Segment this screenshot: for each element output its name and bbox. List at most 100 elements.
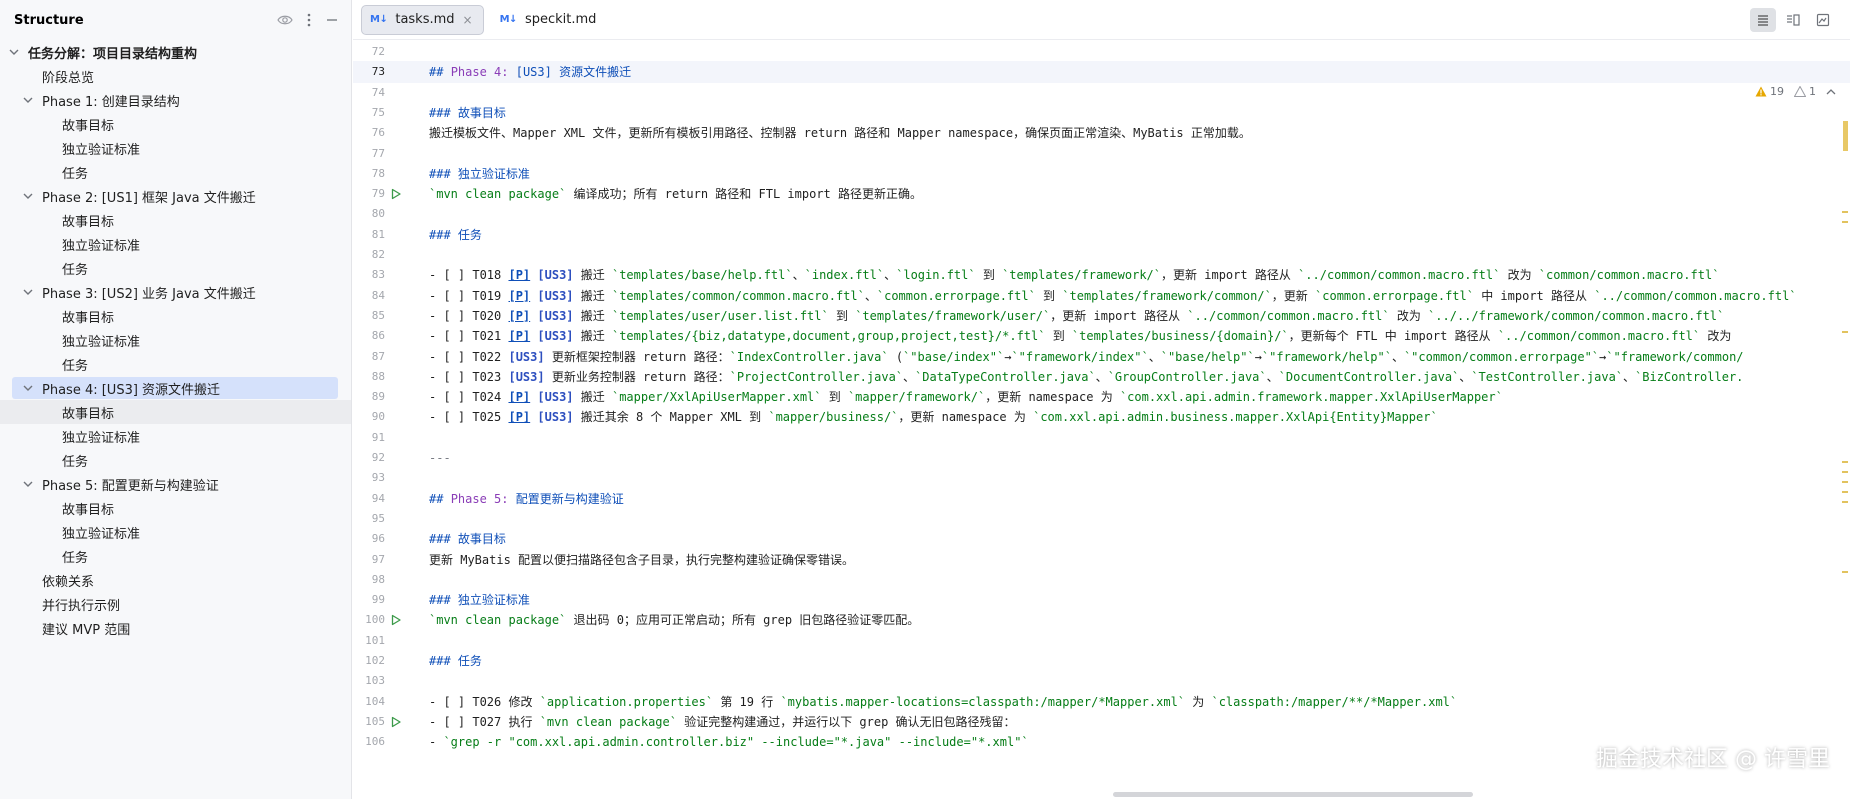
code-token: 、	[1459, 369, 1472, 384]
editor-line[interactable]: 75 ### 故事目标	[353, 102, 1850, 124]
editor-line[interactable]: 77	[353, 143, 1850, 165]
structure-item[interactable]: 阶段总览	[0, 64, 351, 88]
editor-line[interactable]: 88 - [ ] T023 [US3] 更新业务控制器 return 路径：`Pr…	[353, 366, 1850, 388]
editor-line[interactable]: 76 搬迁模板文件、Mapper XML 文件，更新所有模板引用路径、控制器 re…	[353, 122, 1850, 144]
code-token: 、	[1148, 349, 1161, 364]
chevron-down-icon[interactable]	[22, 382, 34, 394]
structure-item[interactable]: 任务	[0, 448, 351, 472]
preview-only-button[interactable]	[1810, 8, 1836, 32]
editor-line[interactable]: 89 - [ ] T024 [P] [US3] 搬迁 `mapper/XxlApi…	[353, 386, 1850, 408]
editor-only-view-button[interactable]	[1750, 8, 1776, 32]
structure-item[interactable]: 独立验证标准	[0, 328, 351, 352]
run-icon[interactable]	[390, 716, 402, 728]
line-number: 105	[365, 714, 385, 728]
structure-item[interactable]: 故事目标	[0, 496, 351, 520]
structure-item[interactable]: 故事目标	[0, 112, 351, 136]
editor-line[interactable]: 105 - [ ] T027 执行 `mvn clean package` 验证完…	[353, 711, 1850, 733]
structure-item[interactable]: 独立验证标准	[0, 232, 351, 256]
editor-line[interactable]: 74	[353, 82, 1850, 104]
run-icon[interactable]	[390, 614, 402, 626]
editor-line[interactable]: 82	[353, 244, 1850, 266]
structure-item[interactable]: 建议 MVP 范围	[0, 616, 351, 640]
editor-line[interactable]: 103	[353, 670, 1850, 692]
editor-line[interactable]: 97 更新 MyBatis 配置以便扫描路径包含子目录，执行完整构建验证确保零错误…	[353, 549, 1850, 571]
chevron-down-icon[interactable]	[8, 46, 20, 58]
run-icon[interactable]	[390, 188, 402, 200]
structure-item[interactable]: 故事目标	[0, 304, 351, 328]
editor-line[interactable]: 83 - [ ] T018 [P] [US3] 搬迁 `templates/bas…	[353, 264, 1850, 286]
horizontal-scrollbar[interactable]	[1113, 792, 1473, 797]
editor-line[interactable]: 79 `mvn clean package` 编译成功；所有 return 路径和…	[353, 183, 1850, 205]
structure-item[interactable]: 故事目标	[0, 400, 351, 424]
code-token: `../common/common.macro.ftl`	[1497, 329, 1701, 344]
structure-item[interactable]: Phase 4: [US3] 资源文件搬迁	[0, 376, 351, 400]
line-number: 77	[371, 146, 385, 160]
tab-label: tasks.md	[395, 12, 455, 27]
close-icon[interactable]: ×	[463, 13, 473, 27]
editor-line[interactable]: 72	[353, 41, 1850, 63]
editor-line[interactable]: 81 ### 任务	[353, 224, 1850, 246]
code-token: Phase 4:	[450, 65, 516, 80]
structure-item[interactable]: Phase 2: [US1] 框架 Java 文件搬迁	[0, 184, 351, 208]
structure-item[interactable]: 任务	[0, 256, 351, 280]
editor-line[interactable]: 78 ### 独立验证标准	[353, 163, 1850, 185]
code-token: 到	[828, 308, 856, 323]
code-token: ### 任务	[429, 227, 482, 242]
structure-item[interactable]: 任务分解：项目目录结构重构	[0, 40, 351, 64]
code-text: `mvn clean package` 编译成功；所有 return 路径和 F…	[429, 183, 922, 205]
editor-line[interactable]: 91	[353, 427, 1850, 449]
eye-icon[interactable]	[277, 12, 293, 28]
editor-line[interactable]: 104 - [ ] T026 修改 `application.properties…	[353, 691, 1850, 713]
code-token: `index.ftl`	[804, 268, 885, 283]
editor-line[interactable]: 87 - [ ] T022 [US3] 更新框架控制器 return 路径：`In…	[353, 346, 1850, 368]
line-number: 95	[371, 511, 385, 525]
more-options-icon[interactable]	[307, 13, 311, 27]
structure-item[interactable]: 故事目标	[0, 208, 351, 232]
structure-item[interactable]: 任务	[0, 160, 351, 184]
code-token: `../../framework/common/common.macro.ftl…	[1428, 308, 1725, 323]
editor-line[interactable]: 98	[353, 569, 1850, 591]
editor-line[interactable]: 96 ### 故事目标	[353, 528, 1850, 550]
markdown-editor[interactable]: 19 1 72 73 ## Phase 4: [US3] 资源文件搬迁 74 75 ###…	[353, 41, 1850, 799]
editor-line[interactable]: 90 - [ ] T025 [P] [US3] 搬迁其余 8 个 Mapper X…	[353, 406, 1850, 428]
tab-speckit-md[interactable]: M↓ speckit.md	[492, 5, 607, 35]
chevron-down-icon[interactable]	[22, 478, 34, 490]
chevron-down-icon[interactable]	[22, 94, 34, 106]
structure-item[interactable]: 并行执行示例	[0, 592, 351, 616]
line-number: 80	[371, 207, 385, 221]
line-number: 78	[371, 166, 385, 180]
editor-line[interactable]: 73 ## Phase 4: [US3] 资源文件搬迁	[353, 61, 1850, 84]
editor-line[interactable]: 95	[353, 508, 1850, 530]
editor-line[interactable]: 100 `mvn clean package` 退出码 0；应用可正常启动；所有 …	[353, 609, 1850, 631]
editor-line[interactable]: 92 ---	[353, 447, 1850, 469]
structure-item-label: Phase 2: [US1] 框架 Java 文件搬迁	[42, 190, 256, 206]
structure-item[interactable]: Phase 5: 配置更新与构建验证	[0, 472, 351, 496]
code-token: 、	[884, 268, 897, 283]
code-token: `common.errorpage.ftl`	[1315, 288, 1474, 303]
chevron-down-icon[interactable]	[22, 286, 34, 298]
minimize-icon[interactable]	[325, 13, 339, 27]
chevron-down-icon[interactable]	[22, 190, 34, 202]
structure-item[interactable]: Phase 1: 创建目录结构	[0, 88, 351, 112]
tab-tasks-md[interactable]: M↓ tasks.md ×	[361, 4, 484, 35]
split-view-button[interactable]	[1780, 8, 1806, 32]
structure-item[interactable]: 依赖关系	[0, 568, 351, 592]
structure-item[interactable]: 任务	[0, 352, 351, 376]
editor-line[interactable]: 99 ### 独立验证标准	[353, 589, 1850, 611]
editor-line[interactable]: 80	[353, 203, 1850, 225]
editor-line[interactable]: 94 ## Phase 5: 配置更新与构建验证	[353, 488, 1850, 510]
editor-line[interactable]: 102 ### 任务	[353, 650, 1850, 672]
structure-item-label: 独立验证标准	[62, 142, 141, 158]
structure-item[interactable]: 独立验证标准	[0, 424, 351, 448]
editor-line[interactable]: 101	[353, 630, 1850, 652]
editor-line[interactable]: 86 - [ ] T021 [P] [US3] 搬迁 `templates/{bi…	[353, 325, 1850, 347]
editor-line[interactable]: 85 - [ ] T020 [P] [US3] 搬迁 `templates/use…	[353, 305, 1850, 327]
structure-item[interactable]: 独立验证标准	[0, 520, 351, 544]
structure-item[interactable]: Phase 3: [US2] 业务 Java 文件搬迁	[0, 280, 351, 304]
structure-item[interactable]: 任务	[0, 544, 351, 568]
editor-line[interactable]: 84 - [ ] T019 [P] [US3] 搬迁 `templates/com…	[353, 285, 1850, 307]
code-text: ### 任务	[429, 224, 482, 246]
editor-line[interactable]: 93	[353, 467, 1850, 489]
code-token: (	[888, 349, 904, 364]
structure-item[interactable]: 独立验证标准	[0, 136, 351, 160]
